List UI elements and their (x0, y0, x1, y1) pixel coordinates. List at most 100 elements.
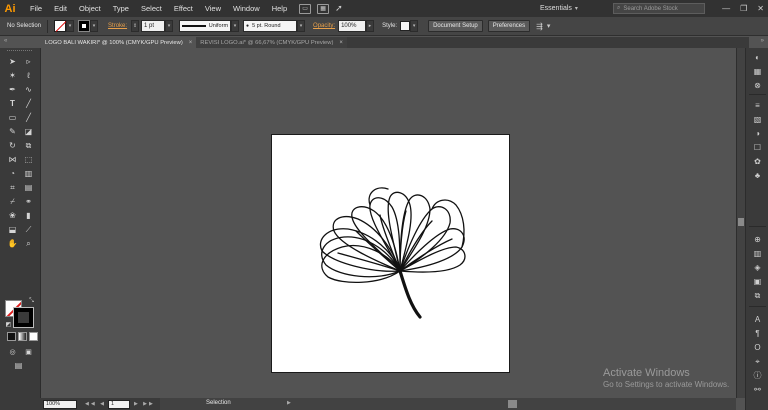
brushes-panel-icon[interactable]: ✿ (752, 156, 763, 167)
column-graph-tool-icon[interactable]: ▮ (23, 210, 34, 221)
send-icon[interactable]: ➚ (335, 3, 343, 14)
bridge-icon[interactable]: ▭ (299, 3, 312, 14)
brush-dropdown[interactable]: ▾ (297, 20, 306, 32)
gradient-panel-icon[interactable]: ▧ (752, 114, 763, 125)
curvature-tool-icon[interactable]: ∿ (23, 84, 34, 95)
stroke-weight-stepper[interactable]: ⇕ (131, 20, 140, 32)
color-guide-icon[interactable]: ▦ (752, 66, 763, 77)
fill-dropdown[interactable]: ▾ (66, 20, 75, 32)
workspace-switcher[interactable]: Essentials ▾ (540, 2, 586, 14)
stock-search-input[interactable]: ⌕ Search Adobe Stock (613, 3, 705, 14)
swap-fill-stroke-icon[interactable]: ⤡ (26, 296, 37, 307)
graphic-style-swatch[interactable] (400, 21, 411, 31)
toolbar-grip[interactable] (7, 50, 32, 53)
menu-view[interactable]: View (199, 0, 227, 17)
tab-revisi-logo[interactable]: REVISI LOGO.ai* @ 66,67% (CMYK/GPU Previ… (196, 37, 347, 48)
menu-object[interactable]: Object (73, 0, 107, 17)
artboard-nav-arrows-icon[interactable]: ◀◀ ◀ (85, 401, 106, 407)
menu-file[interactable]: File (24, 0, 48, 17)
leaf-logo-artwork[interactable] (272, 135, 511, 374)
navigator-panel-icon[interactable]: ⌖ (752, 356, 763, 367)
collapse-panels-icon[interactable]: » (761, 38, 764, 44)
screen-mode-icon[interactable]: ▣ (23, 346, 34, 357)
stroke-dropdown[interactable]: ▾ (90, 20, 99, 32)
artboard-tool-icon[interactable]: ⬓ (7, 224, 18, 235)
artboard-number-field[interactable]: 1 (107, 399, 130, 409)
stroke-panel-icon[interactable]: ≡ (752, 100, 763, 111)
close-icon[interactable]: × (339, 40, 343, 46)
maximize-icon[interactable]: ❐ (740, 4, 747, 13)
color-mode-icon[interactable] (7, 332, 16, 341)
drawing-modes-icon[interactable]: ◎ (7, 346, 18, 357)
shaper-tool-icon[interactable]: ✎ (7, 126, 18, 137)
eraser-tool-icon[interactable]: ◪ (23, 126, 34, 137)
align-panel-icon[interactable]: ▥ (752, 248, 763, 259)
menu-edit[interactable]: Edit (48, 0, 73, 17)
horizontal-scrollbar[interactable] (160, 398, 736, 410)
artboards-panel-icon[interactable]: ▣ (752, 276, 763, 287)
document-setup-button[interactable]: Document Setup (428, 20, 483, 32)
menu-effect[interactable]: Effect (168, 0, 199, 17)
eyedropper-tool-icon[interactable]: ⌿ (7, 196, 18, 207)
fill-swatch[interactable] (54, 20, 67, 32)
symbols-panel-icon[interactable]: ♣ (752, 170, 763, 181)
canvas[interactable] (42, 48, 736, 398)
rectangle-tool-icon[interactable]: ▭ (7, 112, 18, 123)
cc-libraries-icon[interactable]: ⊗ (752, 80, 763, 91)
type-tool-icon[interactable]: T (7, 98, 18, 109)
layers-panel-icon[interactable]: ◈ (752, 262, 763, 273)
arrange-icon[interactable]: ⇶ (536, 22, 543, 31)
pen-tool-icon[interactable]: ✒ (7, 84, 18, 95)
zoom-tool-icon[interactable]: ⌕ (23, 238, 34, 249)
transparency-panel-icon[interactable]: ◑ (752, 128, 763, 139)
opentype-panel-icon[interactable]: O (752, 342, 763, 353)
stroke-color-swatch[interactable] (13, 307, 34, 328)
none-mode-icon[interactable] (29, 332, 38, 341)
paragraph-panel-icon[interactable]: ¶ (752, 328, 763, 339)
gradient-mode-icon[interactable] (18, 332, 27, 341)
info-panel-icon[interactable]: ⓘ (752, 370, 763, 381)
stroke-swatch[interactable] (78, 20, 91, 32)
width-tool-icon[interactable]: ⋈ (7, 154, 18, 165)
perspective-grid-tool-icon[interactable]: ▥ (23, 168, 34, 179)
menu-window[interactable]: Window (227, 0, 266, 17)
variable-width-profile[interactable]: Uniform (179, 20, 232, 32)
menu-select[interactable]: Select (135, 0, 168, 17)
stroke-weight-dropdown[interactable]: ▾ (165, 20, 174, 32)
artboard[interactable] (271, 134, 510, 373)
profile-dropdown[interactable]: ▾ (231, 20, 240, 32)
links-panel-icon[interactable]: ⚯ (752, 384, 763, 395)
tab-logo-bali-wakiri[interactable]: LOGO BALI WAKIRI* @ 100% (CMYK/GPU Previ… (41, 37, 197, 48)
preferences-button[interactable]: Preferences (487, 20, 531, 32)
default-colors-icon[interactable]: ◩ (3, 319, 14, 330)
opacity-dropdown[interactable]: ▸ (366, 20, 375, 32)
minimize-icon[interactable]: — (722, 4, 730, 13)
artboard-nav-next-icon[interactable]: ▶ ▶▶ (134, 401, 155, 407)
style-dropdown[interactable]: ▾ (410, 20, 419, 32)
line-segment-tool-icon[interactable]: ╱ (23, 98, 34, 109)
stroke-weight-field[interactable]: 1 pt (141, 20, 166, 32)
color-panel-icon[interactable]: ◐ (752, 52, 763, 63)
selection-tool-icon[interactable]: ➤ (7, 56, 18, 67)
symbol-sprayer-tool-icon[interactable]: ❀ (7, 210, 18, 221)
stroke-panel-link[interactable]: Stroke: (108, 23, 127, 29)
mesh-tool-icon[interactable]: ⌗ (7, 182, 18, 193)
paintbrush-tool-icon[interactable]: ╱ (23, 112, 34, 123)
zoom-level-field[interactable]: 100% (43, 399, 77, 409)
edit-toolbar-icon[interactable]: ▤ (13, 360, 24, 371)
hand-tool-icon[interactable]: ✋ (7, 238, 18, 249)
lasso-tool-icon[interactable]: ℓ (23, 70, 34, 81)
menu-type[interactable]: Type (107, 0, 135, 17)
transform-panel-icon[interactable]: ⊕ (752, 234, 763, 245)
pathfinder-panel-icon[interactable]: ⧉ (752, 290, 763, 301)
status-menu-icon[interactable]: ▶ (287, 400, 291, 406)
magic-wand-tool-icon[interactable]: ✶ (7, 70, 18, 81)
brush-definition[interactable]: ● 5 pt. Round (243, 20, 298, 32)
arrange-documents-icon[interactable]: ▦ (317, 3, 330, 14)
character-panel-icon[interactable]: A (752, 314, 763, 325)
scale-tool-icon[interactable]: ⧉ (23, 140, 34, 151)
vertical-scrollbar[interactable] (736, 48, 745, 398)
opacity-link[interactable]: Opacity: (313, 23, 335, 29)
collapse-toolbar-icon[interactable]: « (4, 38, 7, 44)
blend-tool-icon[interactable]: ⚭ (23, 196, 34, 207)
